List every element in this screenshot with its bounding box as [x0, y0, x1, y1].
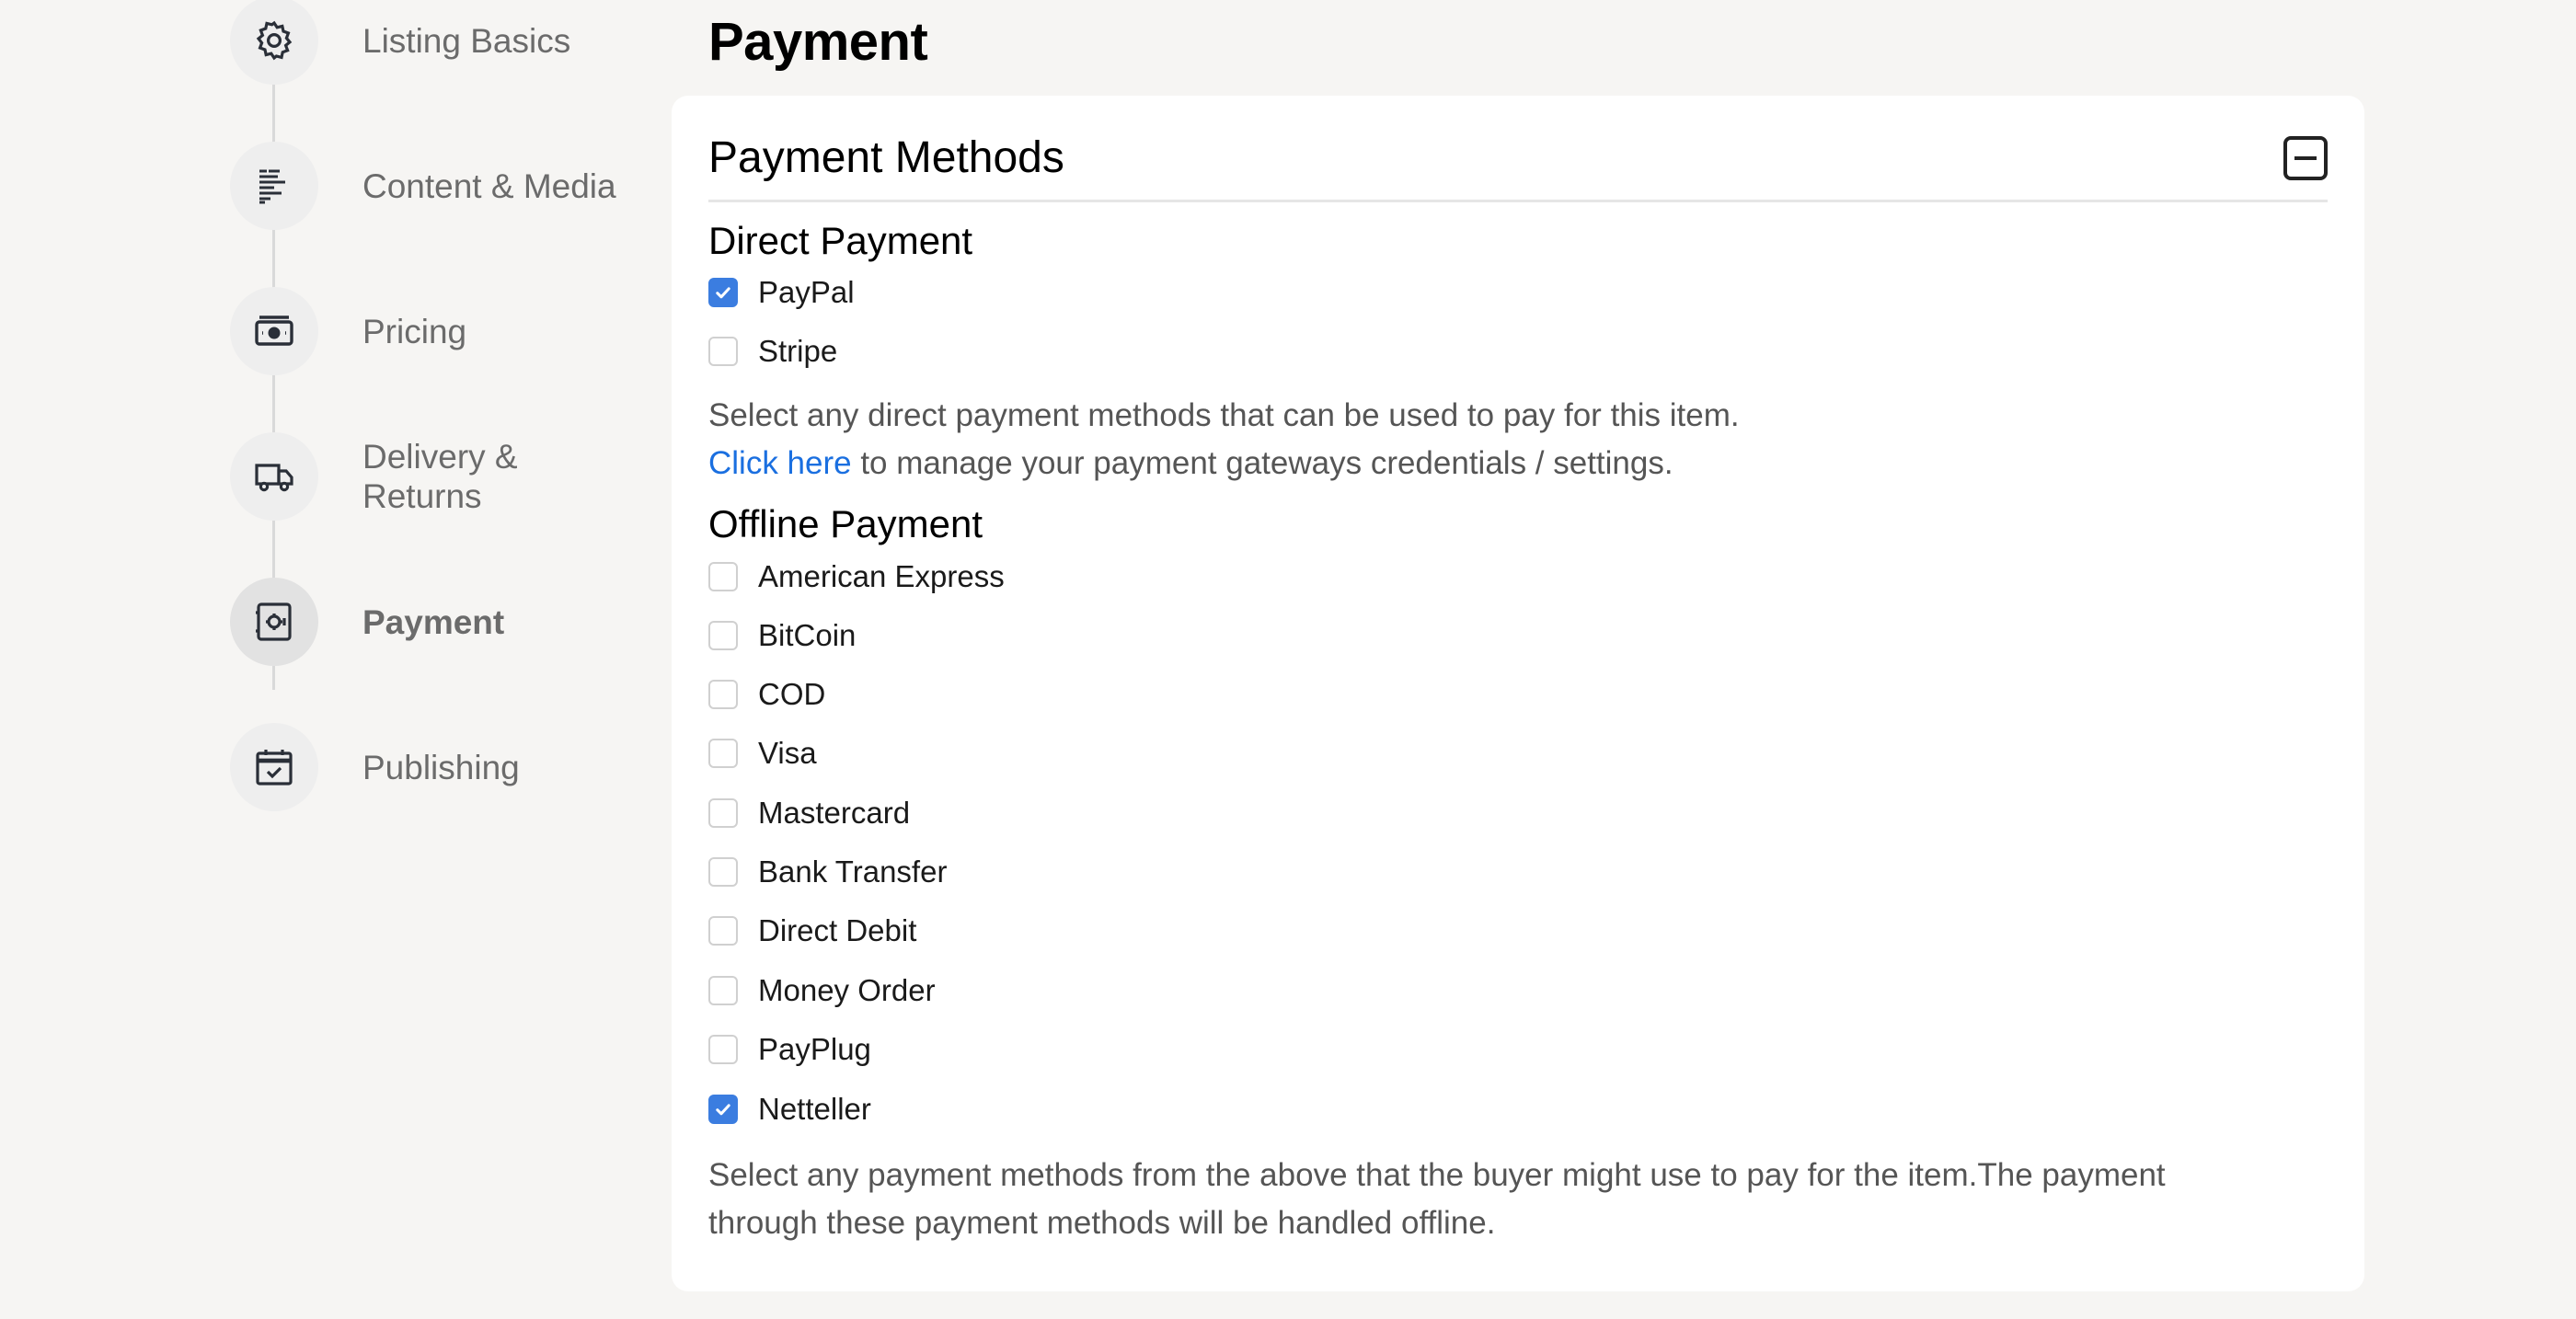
checkbox[interactable]	[708, 739, 738, 768]
option-label: Mastercard	[758, 796, 911, 830]
option-label: American Express	[758, 559, 1005, 593]
checkbox[interactable]	[708, 976, 738, 1005]
collapse-button[interactable]	[2283, 136, 2328, 180]
option-label: Direct Debit	[758, 913, 917, 947]
checkmark-icon	[716, 1104, 730, 1116]
offline-payment-title: Offline Payment	[708, 502, 983, 545]
step-label: Listing Basics	[362, 21, 571, 60]
offline-help-line: through these payment methods will be ha…	[708, 1205, 1496, 1241]
page-title: Payment	[708, 12, 928, 72]
step-circle	[230, 432, 318, 521]
gear-icon	[256, 20, 293, 61]
card-title: Payment Methods	[708, 133, 1064, 182]
direct-help-line: Select any direct payment methods that c…	[708, 397, 1740, 433]
offline-option-payplug[interactable]: PayPlug	[708, 1031, 871, 1068]
step-circle	[230, 723, 318, 811]
option-label: BitCoin	[758, 618, 857, 652]
checkbox[interactable]	[708, 1035, 738, 1064]
step-delivery-returns[interactable]: Delivery & Returns	[230, 432, 635, 521]
offline-option-bank-transfer[interactable]: Bank Transfer	[708, 854, 947, 890]
checkbox[interactable]	[708, 278, 738, 307]
offline-option-cod[interactable]: COD	[708, 676, 825, 713]
offline-option-money-order[interactable]: Money Order	[708, 972, 936, 1009]
direct-option-stripe[interactable]: Stripe	[708, 333, 837, 370]
step-publishing[interactable]: Publishing	[230, 723, 635, 811]
offline-option-netteller[interactable]: Netteller	[708, 1091, 871, 1128]
step-content-media[interactable]: Content & Media	[230, 142, 635, 230]
offline-option-mastercard[interactable]: Mastercard	[708, 795, 910, 832]
option-label: Money Order	[758, 973, 936, 1007]
direct-help-text: Select any direct payment methods that c…	[708, 392, 2328, 487]
step-circle	[230, 142, 318, 230]
banknote-icon	[255, 315, 293, 346]
offline-option-american-express[interactable]: American Express	[708, 558, 1005, 595]
offline-option-direct-debit[interactable]: Direct Debit	[708, 912, 916, 949]
option-label: Netteller	[758, 1092, 871, 1126]
step-label: Publishing	[362, 748, 520, 786]
option-label: PayPal	[758, 275, 855, 309]
direct-payment-title: Direct Payment	[708, 219, 973, 262]
calendar-check-icon	[256, 750, 293, 786]
step-label: Delivery & Returns	[362, 438, 518, 515]
safe-icon	[256, 602, 292, 641]
direct-option-paypal[interactable]: PayPal	[708, 274, 855, 311]
option-label: PayPlug	[758, 1032, 871, 1066]
step-label: Content & Media	[362, 166, 616, 205]
checkbox[interactable]	[708, 1095, 738, 1124]
checkbox[interactable]	[708, 680, 738, 709]
step-pricing[interactable]: Pricing	[230, 287, 635, 375]
truck-icon	[255, 464, 293, 492]
offline-help-text: Select any payment methods from the abov…	[708, 1152, 2328, 1247]
card-header: Payment Methods	[708, 114, 2328, 202]
checkbox[interactable]	[708, 337, 738, 366]
step-label: Pricing	[362, 312, 467, 350]
step-listing-basics[interactable]: Listing Basics	[230, 0, 635, 85]
checkbox[interactable]	[708, 916, 738, 946]
manage-gateways-suffix: to manage your payment gateways credenti…	[851, 445, 1673, 481]
offline-option-visa[interactable]: Visa	[708, 735, 817, 772]
checkbox[interactable]	[708, 621, 738, 650]
offline-option-bitcoin[interactable]: BitCoin	[708, 617, 856, 654]
offline-help-line: Select any payment methods from the abov…	[708, 1157, 2166, 1193]
payment-methods-card: Payment Methods	[672, 96, 2364, 1291]
minus-square-icon	[2294, 156, 2317, 160]
checkbox[interactable]	[708, 562, 738, 591]
manage-gateways-line: Click here to manage your payment gatewa…	[708, 440, 2328, 487]
checkbox[interactable]	[708, 857, 738, 887]
option-label: Bank Transfer	[758, 854, 948, 889]
step-label: Payment	[362, 602, 505, 641]
step-circle	[230, 287, 318, 375]
checkmark-icon	[716, 287, 730, 299]
step-payment[interactable]: Payment	[230, 578, 635, 666]
checkbox[interactable]	[708, 798, 738, 828]
option-label: Visa	[758, 736, 817, 770]
option-label: Stripe	[758, 334, 838, 368]
text-lines-icon	[259, 169, 285, 204]
manage-gateways-link[interactable]: Click here	[708, 445, 852, 481]
option-label: COD	[758, 677, 826, 711]
sidebar-stepper: Listing Basics Content & Media Pricing D…	[230, 0, 635, 828]
step-circle	[230, 578, 318, 666]
step-circle	[230, 0, 318, 85]
